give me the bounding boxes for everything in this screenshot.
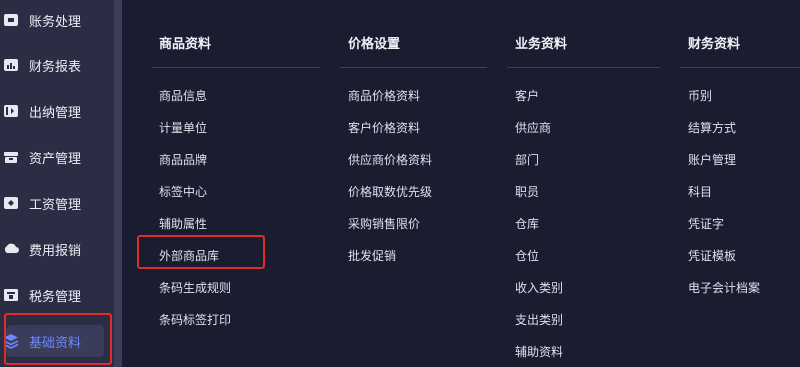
- report-icon: [2, 56, 20, 74]
- sidebar-item-ledger[interactable]: 账务处理: [0, 0, 114, 43]
- column-divider: [340, 67, 487, 68]
- sidebar-item-expense[interactable]: 费用报销: [0, 226, 114, 272]
- menu-item[interactable]: 凭证字: [688, 215, 724, 232]
- menu-item[interactable]: 批发促销: [348, 247, 396, 264]
- menu-item[interactable]: 仓库: [515, 215, 539, 232]
- menu-item[interactable]: 商品信息: [159, 87, 207, 104]
- menu-item[interactable]: 客户价格资料: [348, 119, 420, 136]
- sidebar-item-label: 财务报表: [29, 59, 82, 75]
- menu-item[interactable]: 支出类别: [515, 311, 563, 328]
- menu-item[interactable]: 条码标签打印: [159, 311, 231, 328]
- salary-icon: [2, 194, 20, 212]
- tax-icon: [2, 286, 20, 304]
- menu-item[interactable]: 客户: [515, 87, 539, 104]
- ledger-icon: [2, 11, 20, 29]
- sidebar-divider: [114, 0, 122, 367]
- menu-item[interactable]: 计量单位: [159, 119, 207, 136]
- sidebar-item-label: 税务管理: [29, 289, 82, 305]
- menu-item[interactable]: 结算方式: [688, 119, 736, 136]
- sidebar-item-label: 费用报销: [29, 243, 82, 259]
- menu-item[interactable]: 辅助属性: [159, 215, 207, 232]
- sidebar-item-label: 出纳管理: [29, 105, 82, 121]
- column-title-goods: 商品资料: [159, 37, 212, 52]
- menu-item[interactable]: 采购销售限价: [348, 215, 420, 232]
- sidebar-item-label: 账务处理: [29, 14, 82, 30]
- menu-item[interactable]: 收入类别: [515, 279, 563, 296]
- menu-item[interactable]: 部门: [515, 151, 539, 168]
- sidebar-item-salary[interactable]: 工资管理: [0, 180, 114, 226]
- menu-item[interactable]: 价格取数优先级: [348, 183, 432, 200]
- menu-item[interactable]: 供应商: [515, 119, 551, 136]
- menu-item[interactable]: 职员: [515, 183, 539, 200]
- menu-item[interactable]: 商品价格资料: [348, 87, 420, 104]
- menu-item[interactable]: 辅助资料: [515, 343, 563, 360]
- column-divider: [680, 67, 800, 68]
- highlight-box-basic-data: [4, 313, 112, 365]
- sidebar-item-assets[interactable]: 资产管理: [0, 134, 114, 180]
- menu-item[interactable]: 条码生成规则: [159, 279, 231, 296]
- sidebar-item-tax[interactable]: 税务管理: [0, 272, 114, 318]
- column-title-business: 业务资料: [515, 37, 568, 52]
- menu-item[interactable]: 账户管理: [688, 151, 736, 168]
- asset-icon: [2, 148, 20, 166]
- expense-icon: [2, 240, 20, 258]
- menu-item[interactable]: 凭证模板: [688, 247, 736, 264]
- column-divider: [152, 67, 320, 68]
- menu-item[interactable]: 商品品牌: [159, 151, 207, 168]
- highlight-box-external-goods: [137, 235, 265, 269]
- sidebar: 账务处理 财务报表 出纳管理 资产管理 工资管理 费用报销 税务管理 基础资料: [0, 0, 114, 367]
- sidebar-item-cashier[interactable]: 出纳管理: [0, 88, 114, 134]
- cashier-icon: [2, 102, 20, 120]
- sidebar-item-reports[interactable]: 财务报表: [0, 42, 114, 88]
- sidebar-item-label: 资产管理: [29, 151, 82, 167]
- menu-item[interactable]: 仓位: [515, 247, 539, 264]
- sidebar-item-label: 工资管理: [29, 197, 82, 213]
- column-divider: [507, 67, 660, 68]
- menu-item[interactable]: 电子会计档案: [688, 279, 760, 296]
- menu-item[interactable]: 供应商价格资料: [348, 151, 432, 168]
- column-title-finance: 财务资料: [688, 37, 741, 52]
- column-title-price: 价格设置: [348, 37, 401, 52]
- menu-item[interactable]: 币别: [688, 87, 712, 104]
- menu-item[interactable]: 标签中心: [159, 183, 207, 200]
- menu-item[interactable]: 科目: [688, 183, 712, 200]
